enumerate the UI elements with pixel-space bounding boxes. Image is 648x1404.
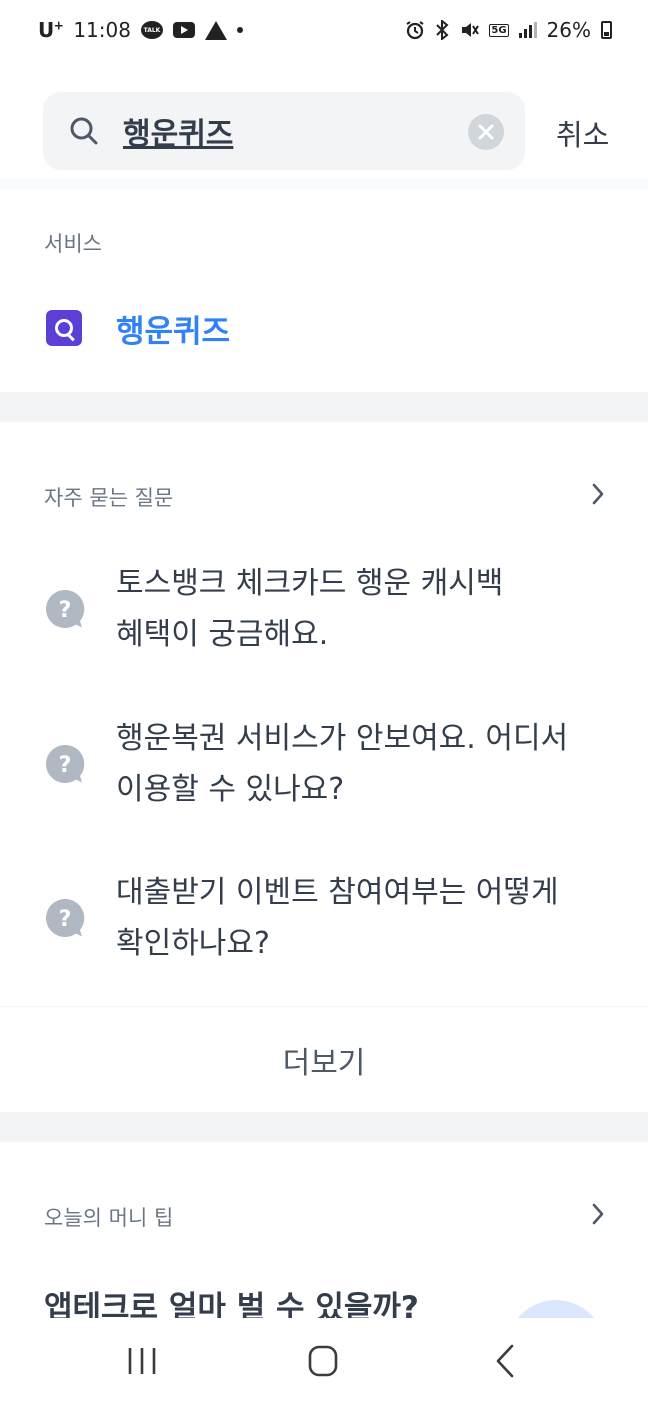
faq-section-label: 자주 묻는 질문 bbox=[44, 486, 174, 510]
battery-percent: 26% bbox=[546, 18, 591, 42]
question-bubble-icon: ? bbox=[46, 589, 85, 628]
faq-item[interactable]: ? 토스뱅크 체크카드 행운 캐시백 혜택이 궁금해요. bbox=[44, 558, 604, 668]
warning-icon bbox=[204, 20, 227, 40]
back-icon[interactable] bbox=[486, 1344, 526, 1378]
lucky-quiz-app-icon bbox=[46, 310, 82, 346]
svg-text:?: ? bbox=[59, 598, 72, 623]
money-tip-chevron-right-icon[interactable] bbox=[590, 1202, 606, 1226]
faq-question-text: 행운복권 서비스가 안보여요. 어디서 이용할 수 있나요? bbox=[116, 721, 569, 807]
home-icon[interactable] bbox=[303, 1344, 343, 1378]
clear-search-icon[interactable] bbox=[468, 114, 504, 150]
kakaotalk-icon: TALK bbox=[140, 21, 163, 39]
section-divider bbox=[0, 1112, 648, 1142]
system-nav-bar bbox=[0, 1318, 648, 1404]
svg-text:?: ? bbox=[59, 907, 72, 932]
bluetooth-icon bbox=[436, 20, 449, 40]
alarm-icon bbox=[406, 21, 424, 40]
youtube-icon bbox=[172, 22, 195, 38]
clock-time: 11:08 bbox=[73, 18, 131, 42]
battery-icon bbox=[601, 21, 612, 39]
faq-chevron-right-icon[interactable] bbox=[590, 482, 606, 506]
question-bubble-icon: ? bbox=[46, 898, 85, 937]
faq-item[interactable]: ? 대출받기 이벤트 참여여부는 어떻게 확인하나요? bbox=[44, 867, 604, 977]
svg-text:?: ? bbox=[59, 753, 72, 778]
carrier-label: U+ bbox=[38, 18, 64, 42]
status-right: 5G 26% bbox=[405, 18, 612, 42]
status-left: U+ 11:08 TALK bbox=[38, 18, 243, 42]
divider bbox=[0, 178, 648, 190]
cancel-button[interactable]: 취소 bbox=[556, 112, 609, 154]
section-divider bbox=[0, 392, 648, 422]
more-button[interactable]: 더보기 bbox=[0, 1010, 648, 1110]
search-input[interactable] bbox=[123, 110, 453, 152]
signal-icon bbox=[518, 22, 537, 38]
search-row: 취소 bbox=[0, 92, 648, 172]
services-section-label: 서비스 bbox=[44, 232, 102, 256]
recent-apps-icon[interactable] bbox=[122, 1344, 162, 1378]
search-icon bbox=[70, 117, 98, 145]
notification-dot-icon bbox=[236, 27, 243, 33]
service-item-lucky-quiz[interactable]: 행운퀴즈 bbox=[46, 302, 606, 354]
money-tip-section-label: 오늘의 머니 팁 bbox=[44, 1206, 174, 1230]
divider bbox=[0, 1006, 648, 1007]
faq-question-text: 토스뱅크 체크카드 행운 캐시백 혜택이 궁금해요. bbox=[116, 566, 504, 652]
network-type-label: 5G bbox=[489, 23, 509, 37]
faq-question-text: 대출받기 이벤트 참여여부는 어떻게 확인하나요? bbox=[116, 875, 559, 961]
question-bubble-icon: ? bbox=[46, 744, 85, 783]
faq-item[interactable]: ? 행운복권 서비스가 안보여요. 어디서 이용할 수 있나요? bbox=[44, 713, 604, 823]
search-box[interactable] bbox=[43, 92, 525, 170]
mute-icon bbox=[462, 23, 480, 37]
status-bar: U+ 11:08 TALK 5G 26% bbox=[0, 0, 648, 62]
service-item-label: 행운퀴즈 bbox=[116, 313, 231, 350]
